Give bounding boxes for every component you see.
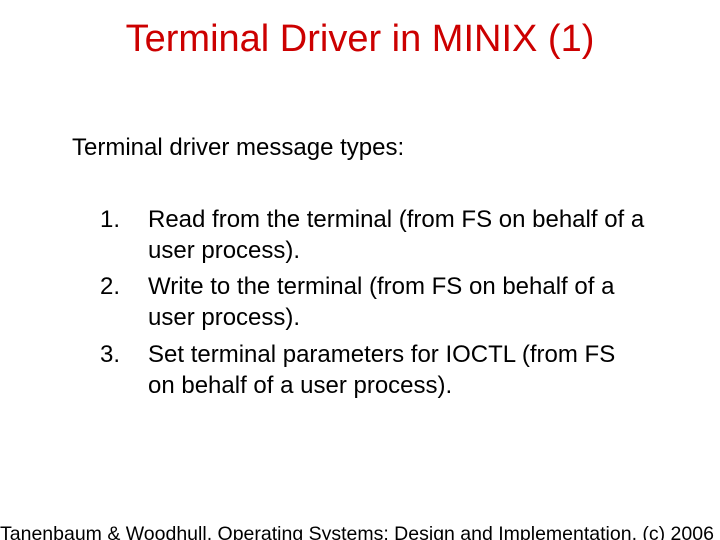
slide: Terminal Driver in MINIX (1) Terminal dr… — [0, 0, 720, 540]
list-item: Set terminal parameters for IOCTL (from … — [100, 340, 648, 401]
footer-citation: Tanenbaum & Woodhull, Operating Systems:… — [0, 523, 714, 540]
list-item: Read from the terminal (from FS on behal… — [100, 205, 648, 266]
slide-title: Terminal Driver in MINIX (1) — [0, 18, 720, 61]
slide-subtitle: Terminal driver message types: — [72, 134, 404, 162]
message-types-list: Read from the terminal (from FS on behal… — [100, 205, 648, 407]
list-item: Write to the terminal (from FS on behalf… — [100, 272, 648, 333]
